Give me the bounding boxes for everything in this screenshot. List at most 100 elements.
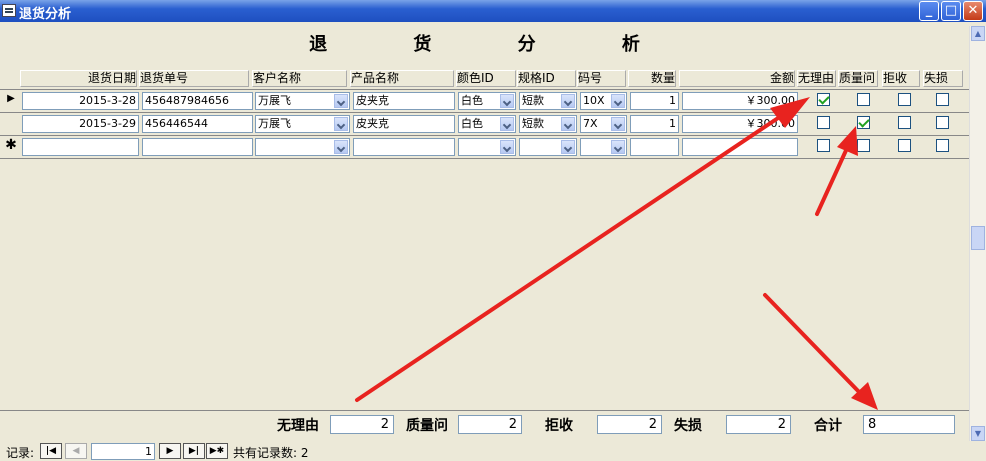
return-order-field[interactable]: 456487984656: [142, 92, 253, 110]
rejected-checkbox[interactable]: [898, 139, 911, 152]
amount-field[interactable]: ￥300.00: [682, 115, 798, 133]
chevron-down-icon[interactable]: [334, 117, 348, 131]
minimize-button[interactable]: _: [919, 1, 939, 21]
quality-checkbox[interactable]: [857, 93, 870, 106]
scroll-thumb[interactable]: [971, 226, 985, 250]
footer-divider: [0, 410, 969, 411]
window-titlebar[interactable]: 退货分析 _ □ ✕: [0, 0, 986, 22]
chevron-down-icon[interactable]: [561, 140, 575, 154]
quantity-field[interactable]: 1: [630, 92, 679, 110]
grand-total-field[interactable]: 8: [863, 415, 955, 434]
annotation-arrowhead: [851, 382, 878, 410]
header-spec-id: 规格ID: [517, 70, 576, 87]
quality-total-field[interactable]: 2: [458, 415, 522, 434]
record-count: 共有记录数: 2: [233, 446, 309, 460]
quality-total-label: 质量问: [406, 418, 448, 434]
new-record-icon[interactable]: ▶✱: [206, 443, 228, 459]
chevron-down-icon[interactable]: [611, 140, 625, 154]
return-order-field[interactable]: [142, 138, 253, 156]
triangle-right-icon[interactable]: ▶: [5, 91, 17, 107]
no-reason-checkbox[interactable]: [817, 116, 830, 129]
chevron-down-icon[interactable]: [611, 117, 625, 131]
chevron-down-icon[interactable]: [561, 117, 575, 131]
chevron-down-icon[interactable]: [500, 140, 514, 154]
size-combo[interactable]: [580, 138, 627, 156]
vertical-scrollbar[interactable]: ▲ ▼: [969, 26, 986, 441]
product-field[interactable]: [353, 138, 455, 156]
record-navigator: 记录: |◀ ◀ 1 ▶ ▶| ▶✱ 共有记录数: 2: [0, 442, 986, 461]
color-combo[interactable]: [458, 138, 516, 156]
customer-combo[interactable]: [255, 138, 350, 156]
customer-combo[interactable]: 万展飞: [255, 92, 350, 110]
product-field[interactable]: 皮夹克: [353, 115, 455, 133]
first-record-icon[interactable]: |◀: [40, 443, 62, 459]
header-quality: 质量问: [838, 70, 878, 87]
row-divider: [0, 135, 969, 136]
row-divider: [0, 158, 969, 159]
header-lost: 失损: [923, 70, 963, 87]
lost-checkbox[interactable]: [936, 116, 949, 129]
close-button[interactable]: ✕: [963, 1, 983, 21]
chevron-down-icon[interactable]: [500, 117, 514, 131]
grand-total-label: 合计: [814, 418, 842, 434]
chevron-down-icon[interactable]: [611, 94, 625, 108]
next-record-icon[interactable]: ▶: [159, 443, 181, 459]
customer-value: 万展飞: [258, 94, 291, 107]
no-reason-checkbox[interactable]: [817, 93, 830, 106]
return-order-field[interactable]: 456446544: [142, 115, 253, 133]
header-rejected: 拒收: [882, 70, 920, 87]
asterisk-icon: ✱: [5, 137, 17, 153]
previous-record-icon[interactable]: ◀: [65, 443, 87, 459]
quantity-field[interactable]: 1: [630, 115, 679, 133]
no-reason-total-field[interactable]: 2: [330, 415, 394, 434]
form-title: 退 货 分 析: [309, 34, 680, 55]
product-field[interactable]: 皮夹克: [353, 92, 455, 110]
size-value: 10X: [583, 94, 605, 107]
header-quantity: 数量: [628, 70, 676, 87]
last-record-icon[interactable]: ▶|: [183, 443, 205, 459]
size-combo[interactable]: 10X: [580, 92, 627, 110]
rejected-total-field[interactable]: 2: [597, 415, 662, 434]
spec-value: 短款: [522, 117, 544, 130]
color-combo[interactable]: 白色: [458, 115, 516, 133]
chevron-down-icon[interactable]: [334, 94, 348, 108]
customer-combo[interactable]: 万展飞: [255, 115, 350, 133]
lost-total-field[interactable]: 2: [726, 415, 791, 434]
header-return-date: 退货日期: [20, 70, 137, 87]
form-icon: [2, 4, 16, 17]
row-divider: [0, 112, 969, 113]
return-date-field[interactable]: 2015-3-29: [22, 115, 139, 133]
record-number-input[interactable]: 1: [91, 443, 155, 460]
rejected-checkbox[interactable]: [898, 93, 911, 106]
annotation-arrow: [763, 293, 864, 397]
scroll-down-icon[interactable]: ▼: [971, 426, 985, 441]
customer-value: 万展飞: [258, 117, 291, 130]
return-date-field[interactable]: [22, 138, 139, 156]
chevron-down-icon[interactable]: [561, 94, 575, 108]
annotation-arrow: [815, 144, 850, 216]
header-return-order: 退货单号: [139, 70, 249, 87]
row-divider: [0, 89, 969, 90]
spec-combo[interactable]: [519, 138, 577, 156]
chevron-down-icon[interactable]: [334, 140, 348, 154]
spec-value: 短款: [522, 94, 544, 107]
quality-checkbox[interactable]: [857, 139, 870, 152]
size-combo[interactable]: 7X: [580, 115, 627, 133]
spec-combo[interactable]: 短款: [519, 92, 577, 110]
quantity-field[interactable]: [630, 138, 679, 156]
size-value: 7X: [583, 117, 598, 130]
return-date-field[interactable]: 2015-3-28: [22, 92, 139, 110]
spec-combo[interactable]: 短款: [519, 115, 577, 133]
color-combo[interactable]: 白色: [458, 92, 516, 110]
amount-field[interactable]: [682, 138, 798, 156]
lost-checkbox[interactable]: [936, 139, 949, 152]
scroll-up-icon[interactable]: ▲: [971, 26, 985, 41]
no-reason-checkbox[interactable]: [817, 139, 830, 152]
lost-checkbox[interactable]: [936, 93, 949, 106]
amount-field[interactable]: ￥300.00: [682, 92, 798, 110]
no-reason-total-label: 无理由: [277, 418, 319, 434]
chevron-down-icon[interactable]: [500, 94, 514, 108]
rejected-checkbox[interactable]: [898, 116, 911, 129]
maximize-button[interactable]: □: [941, 1, 961, 21]
quality-checkbox[interactable]: [857, 116, 870, 129]
